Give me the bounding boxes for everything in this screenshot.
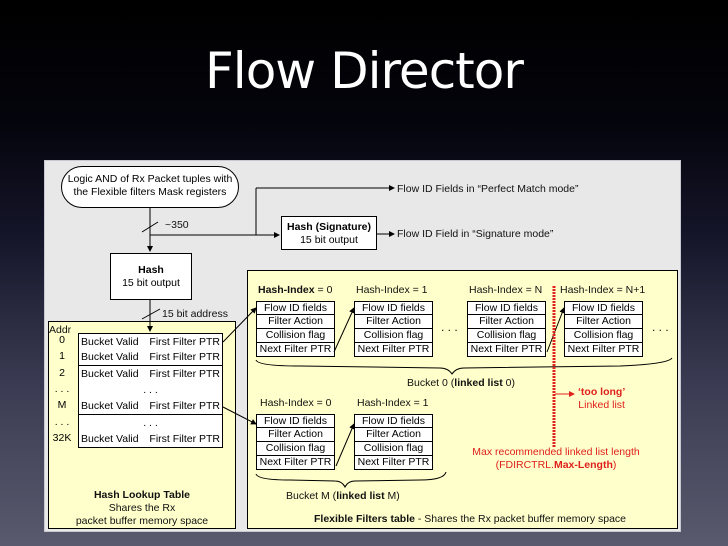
- row0-pointer: [222, 307, 257, 343]
- bucketM-brace: [255, 471, 447, 489]
- bucket0-brace: [255, 357, 673, 375]
- chain-b0-0-1: [333, 307, 355, 353]
- connectors: [141, 185, 673, 489]
- rowM-pointer: [222, 406, 257, 425]
- address-slash: [141, 308, 161, 320]
- chain-bM-0-1: [335, 423, 355, 467]
